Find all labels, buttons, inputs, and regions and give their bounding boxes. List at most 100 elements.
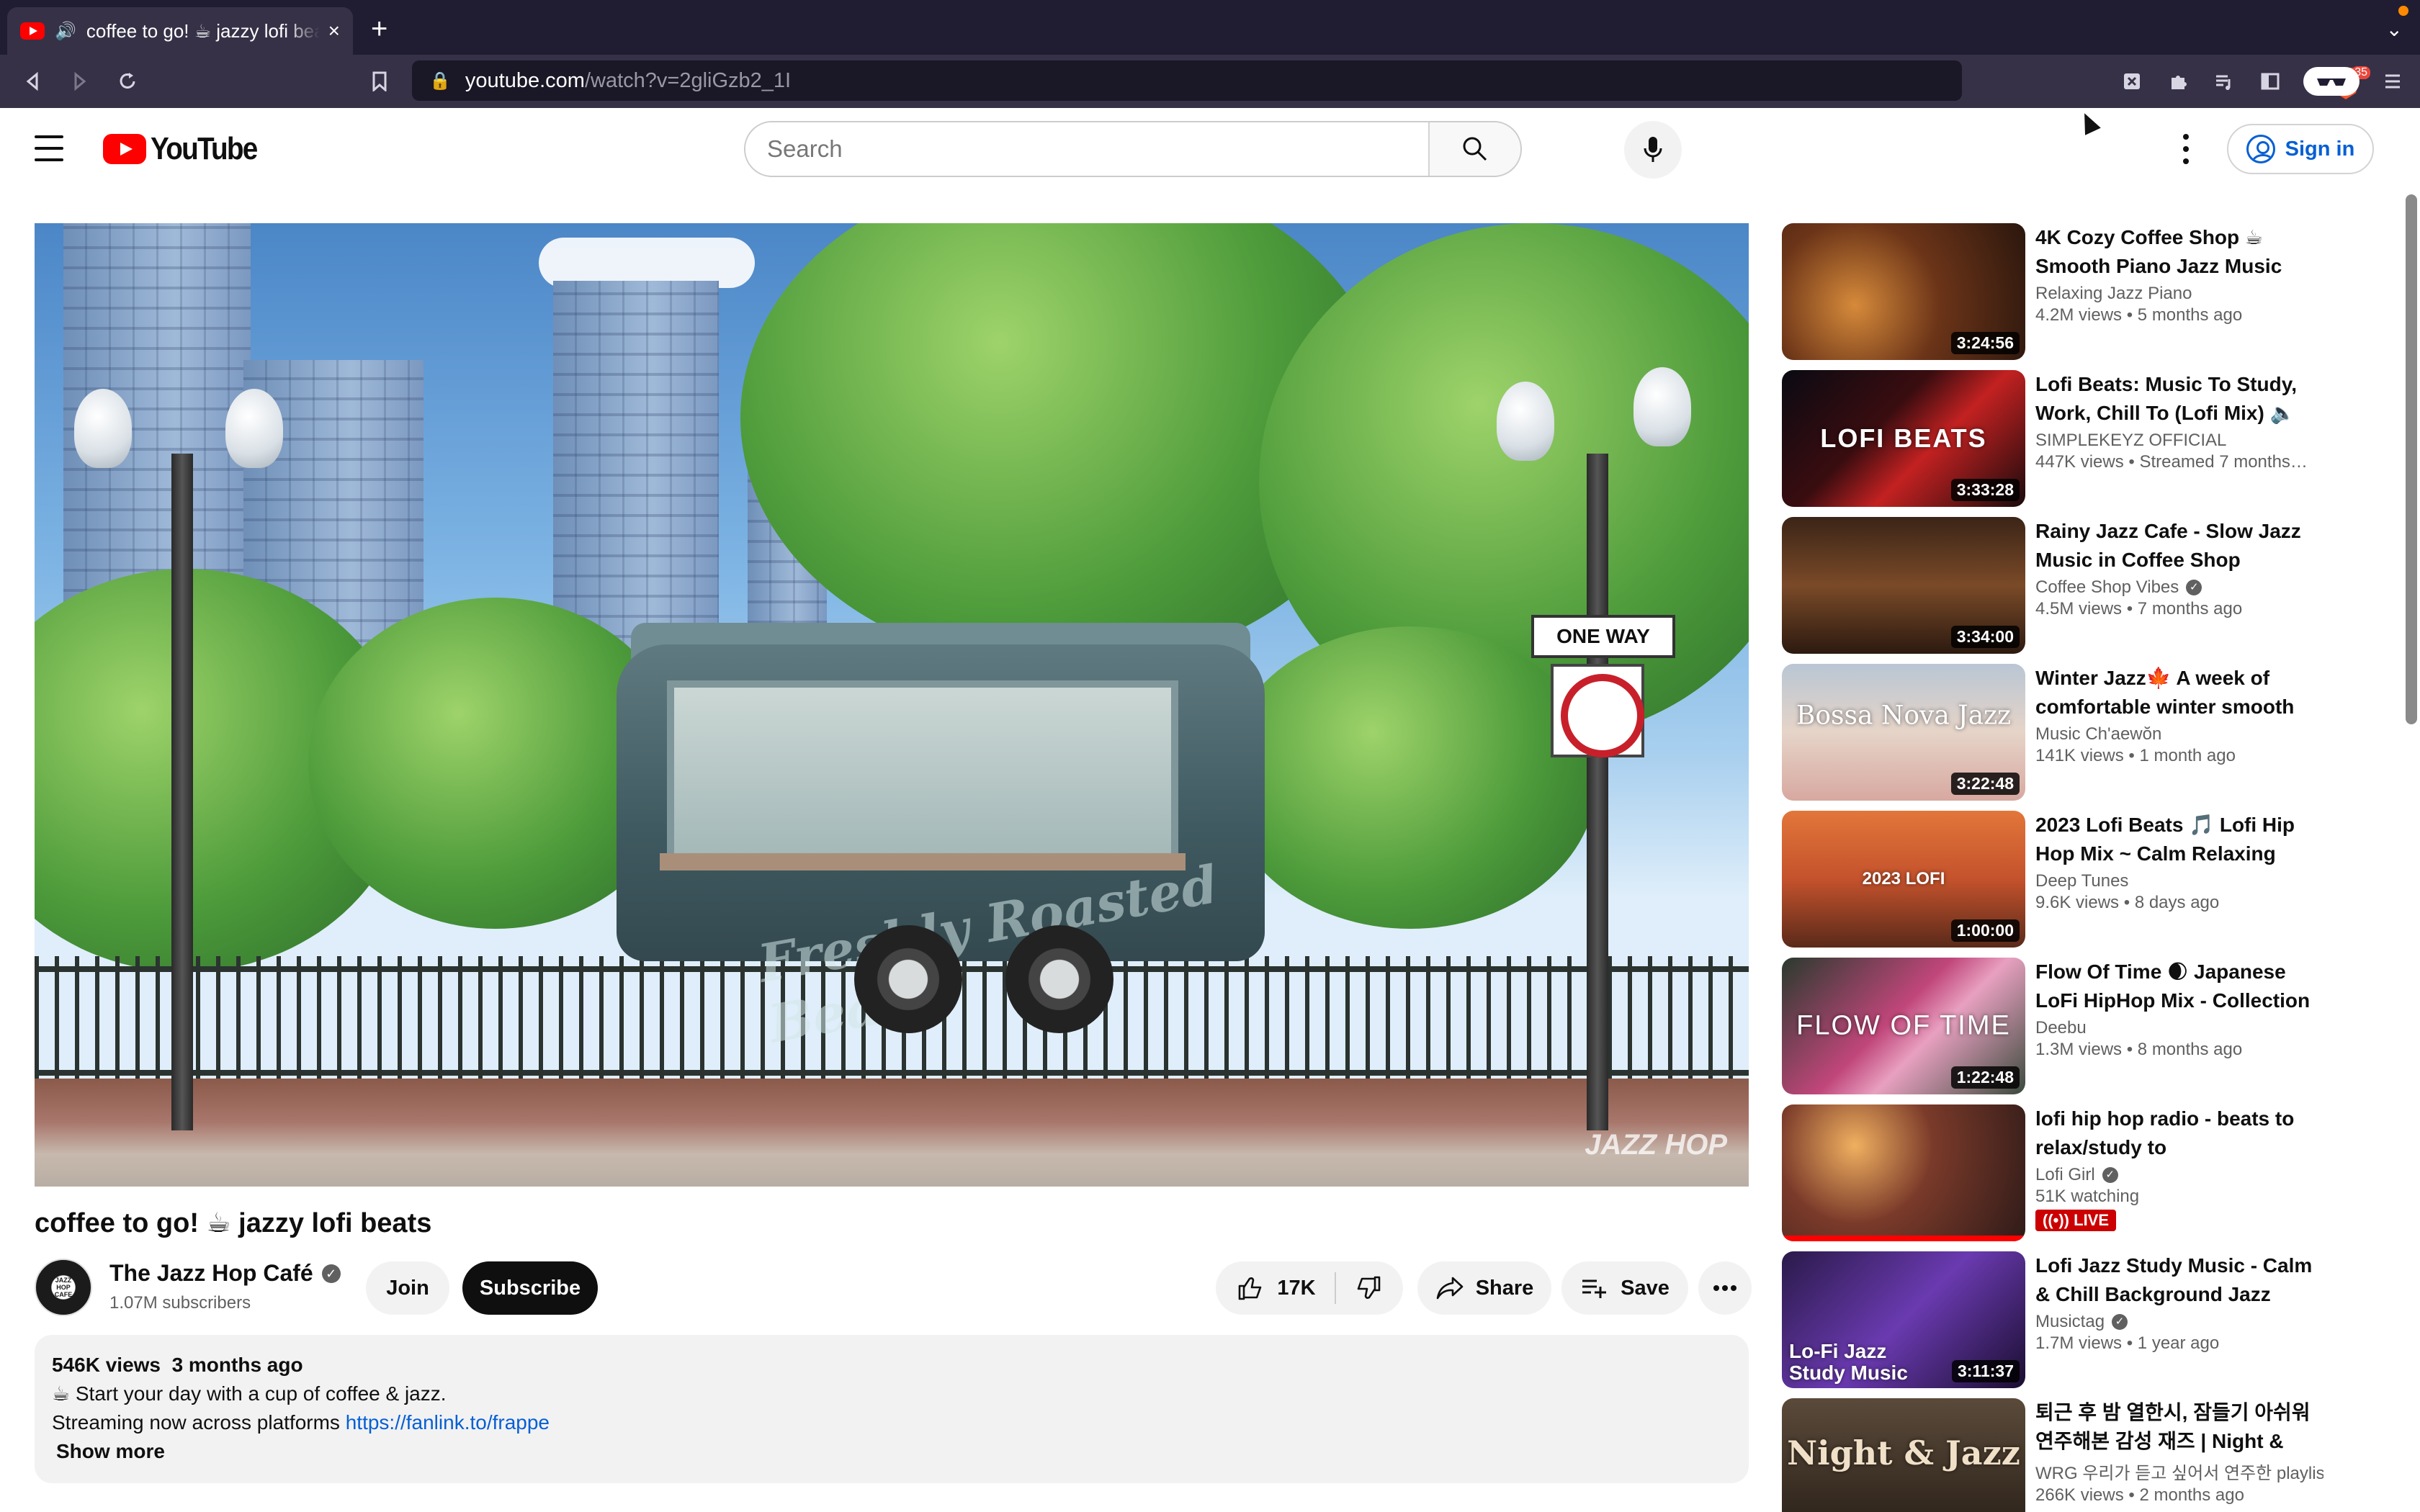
reload-icon[interactable] [104,58,151,105]
channel-link[interactable]: Musictag [2035,1312,2105,1332]
channel-link[interactable]: Music Ch'aewŏn [2035,724,2161,744]
verified-icon: ✓ [2186,580,2202,595]
more-horizontal-icon [1713,1285,1736,1291]
youtube-logo[interactable]: YouTube [103,131,272,167]
guide-menu-icon[interactable] [35,135,63,161]
video-meta: 1.7M views • 1 year ago [2035,1333,2220,1353]
channel-link[interactable]: Coffee Shop Vibes [2035,577,2179,598]
youtube-header: YouTube Sign in [0,108,2420,189]
speaker-icon[interactable]: 🔊 [55,21,76,42]
video-title-link[interactable]: 2023 Lofi Beats 🎵 Lofi Hip Hop Mix ~ Cal… [2035,811,2323,868]
channel-link[interactable]: Relaxing Jazz Piano [2035,284,2192,304]
share-button[interactable]: Share [1417,1261,1551,1315]
sign-in-button[interactable]: Sign in [2227,124,2374,174]
video-duration: 1:22:48 [1950,1066,2020,1089]
recommendation-item[interactable]: Bossa Nova Jazz 3:22:48 Winter Jazz🍁 A w… [1782,664,2329,811]
tab-search-icon[interactable]: ⌄ [2386,17,2403,41]
thumbnail-text: Bossa Nova Jazz [1796,701,2012,731]
private-profile-icon[interactable] [2303,67,2360,96]
thumbs-down-icon [1357,1276,1380,1299]
video-title-link[interactable]: 4K Cozy Coffee Shop ☕ Smooth Piano Jazz … [2035,223,2323,281]
browser-menu-icon[interactable] [2370,58,2416,105]
join-button[interactable]: Join [366,1261,449,1315]
video-meta: 447K views • Streamed 7 months… [2035,452,2308,472]
save-button[interactable]: Save [1561,1261,1688,1315]
video-thumbnail[interactable]: 3:34:00 [1782,517,2025,654]
view-count: 546K views [52,1354,161,1376]
new-tab-button[interactable]: + [371,14,387,43]
video-title-link[interactable]: Flow Of Time 🌒 Japanese LoFi HipHop Mix … [2035,958,2323,1015]
channel-link[interactable]: WRG 우리가 듣고 싶어서 연주한 playlist [2035,1459,2323,1484]
search-icon [1463,137,1487,161]
description-line: ☕ Start your day with a cup of coffee & … [52,1382,447,1405]
sidebar-toggle-icon[interactable] [2247,58,2293,105]
description-meta: 546K views 3 months ago [52,1351,1731,1380]
channel-link[interactable]: Deep Tunes [2035,871,2128,891]
channel-avatar[interactable]: JAZZ HOP CAFE [35,1259,92,1316]
recommendation-item[interactable]: 3:24:56 4K Cozy Coffee Shop ☕ Smooth Pia… [1782,223,2329,370]
video-title-link[interactable]: Lofi Jazz Study Music - Calm & Chill Bac… [2035,1251,2323,1309]
page-scrollbar-thumb[interactable] [2406,194,2417,724]
lock-icon[interactable]: 🔒 [429,71,451,91]
channel-link[interactable]: SIMPLEKEYZ OFFICIAL [2035,431,2226,451]
bookmark-icon[interactable] [356,58,403,105]
back-icon[interactable] [9,58,56,105]
video-thumbnail[interactable]: LOFI BEATS 3:33:28 [1782,370,2025,507]
puzzle-icon[interactable] [2155,58,2201,105]
channel-link[interactable]: Lofi Girl [2035,1165,2095,1185]
search-button[interactable] [1428,122,1520,176]
thumbnail-text: Night & Jazz [1787,1434,2020,1472]
video-title-link[interactable]: lofi hip hop radio - beats to relax/stud… [2035,1104,2323,1162]
thumbnail-text: FLOW OF TIME [1796,1010,2011,1041]
video-player[interactable]: ONE WAY Freshly Roasted Beats JAZZ HOP [35,223,1749,1187]
street-lamp [1587,454,1608,1130]
recommendation-item[interactable]: Night & Jazz 퇴근 후 밤 열한시, 잠들기 아쉬워 연주해본 감성… [1782,1398,2329,1512]
video-title-link[interactable]: 퇴근 후 밤 열한시, 잠들기 아쉬워 연주해본 감성 재즈 | Night &… [2035,1398,2323,1456]
description-text: Streaming now across platforms [52,1411,346,1434]
url-path: /watch?v=2gliGzb2_1I [584,68,792,92]
url-host: youtube.com [465,68,585,92]
description-line: Streaming now across platforms https://f… [52,1408,1731,1437]
video-thumbnail[interactable]: Bossa Nova Jazz 3:22:48 [1782,664,2025,801]
microphone-icon [1644,137,1662,162]
video-duration: 3:24:56 [1950,332,2020,354]
recommendation-item[interactable]: lofi hip hop radio - beats to relax/stud… [1782,1104,2329,1251]
forward-icon[interactable] [56,58,104,105]
like-button[interactable]: 17K [1216,1261,1334,1315]
recommendation-item[interactable]: Lo-Fi Jazz Study Music 3:11:37 Lofi Jazz… [1782,1251,2329,1398]
browser-tab-active[interactable]: 🔊 coffee to go! ☕ jazzy lofi beats × [7,7,353,55]
close-tab-icon[interactable]: × [328,19,340,42]
video-thumbnail[interactable]: 2023 LOFI 1:00:00 [1782,811,2025,948]
add-to-playlist-icon [1582,1279,1607,1298]
recommendation-item[interactable]: 3:34:00 Rainy Jazz Cafe - Slow Jazz Musi… [1782,517,2329,664]
channel-name[interactable]: The Jazz Hop Café ✓ [109,1260,341,1287]
video-thumbnail[interactable]: 3:24:56 [1782,223,2025,360]
extension-icon[interactable] [2109,58,2155,105]
video-title-link[interactable]: Rainy Jazz Cafe - Slow Jazz Music in Cof… [2035,517,2323,575]
share-label: Share [1475,1276,1534,1300]
show-more-button[interactable]: Show more [52,1437,1731,1466]
voice-search-button[interactable] [1624,121,1682,179]
address-bar[interactable]: 🔒 youtube.com/watch?v=2gliGzb2_1I 35 [412,60,2370,101]
thumbs-up-icon [1239,1277,1262,1300]
search-input[interactable] [745,122,1428,176]
channel-link[interactable]: Deebu [2035,1018,2087,1038]
logo-wordmark: YouTube [151,131,258,166]
video-title-link[interactable]: Winter Jazz🍁 A week of comfortable winte… [2035,664,2323,721]
video-thumbnail[interactable]: FLOW OF TIME 1:22:48 [1782,958,2025,1094]
video-thumbnail[interactable]: Lo-Fi Jazz Study Music 3:11:37 [1782,1251,2025,1388]
playlist-icon[interactable] [2201,58,2247,105]
recommendation-item[interactable]: 2023 LOFI 1:00:00 2023 Lofi Beats 🎵 Lofi… [1782,811,2329,958]
description-link[interactable]: https://fanlink.to/frappe [346,1411,550,1434]
dislike-button[interactable] [1336,1261,1402,1315]
video-title-link[interactable]: Lofi Beats: Music To Study, Work, Chill … [2035,370,2323,428]
video-thumbnail[interactable]: Night & Jazz [1782,1398,2025,1512]
video-thumbnail[interactable] [1782,1104,2025,1241]
recommendation-item[interactable]: LOFI BEATS 3:33:28 Lofi Beats: Music To … [1782,370,2329,517]
lamp-bulb [1634,367,1691,446]
settings-menu-icon[interactable] [2175,130,2197,168]
more-actions-button[interactable] [1698,1261,1752,1315]
subscribe-button[interactable]: Subscribe [462,1261,598,1315]
recommendation-item[interactable]: FLOW OF TIME 1:22:48 Flow Of Time 🌒 Japa… [1782,958,2329,1104]
description-box[interactable]: 546K views 3 months ago ☕ Start your day… [35,1335,1749,1483]
